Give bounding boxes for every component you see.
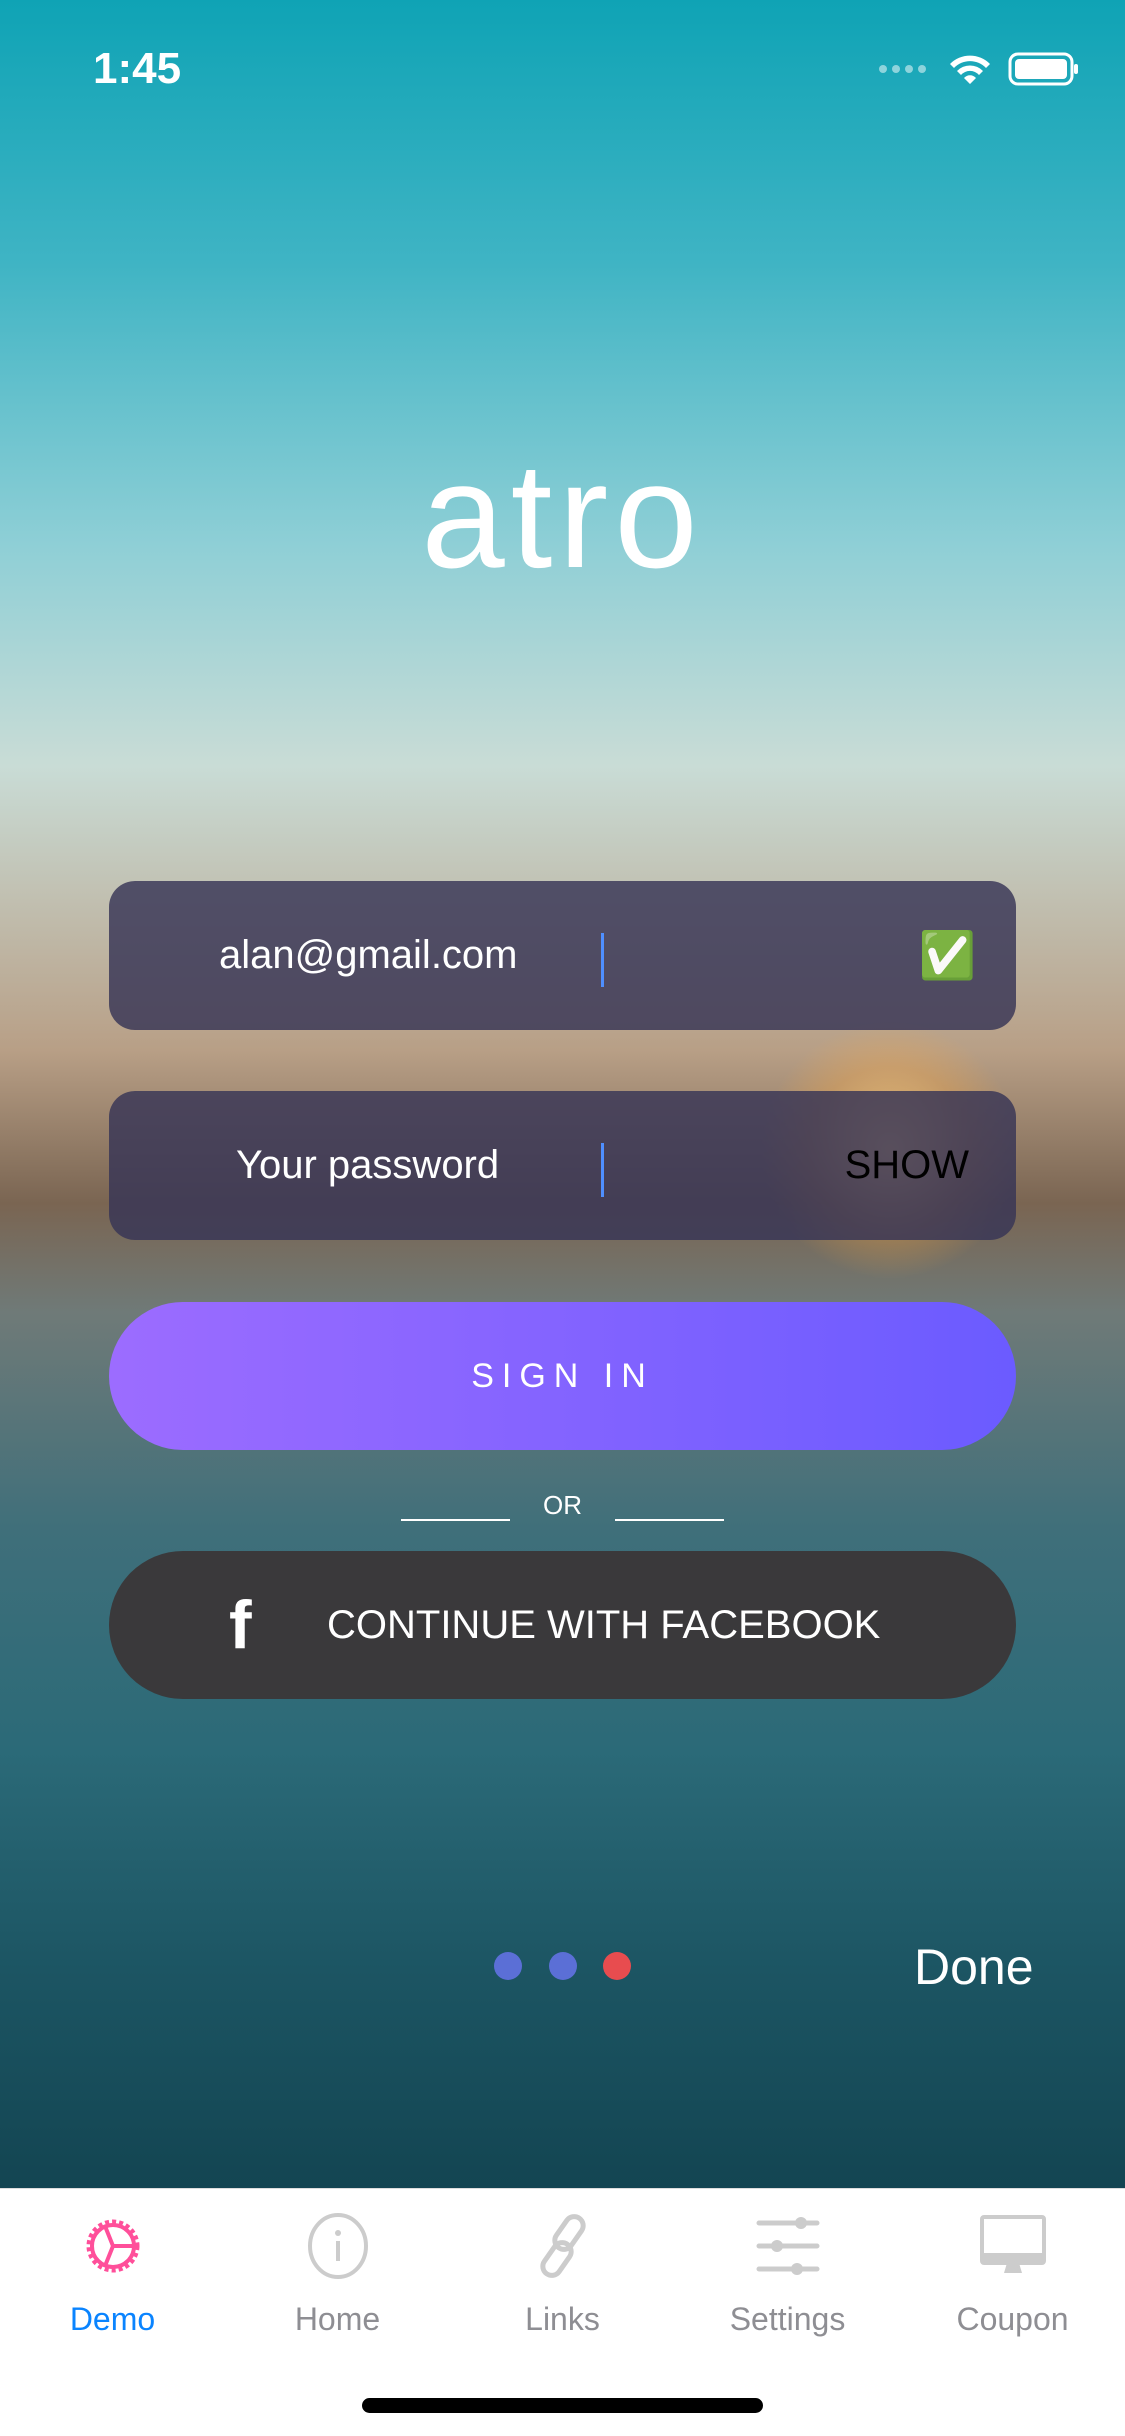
email-value[interactable]: alan@gmail.com — [219, 881, 518, 1030]
password-placeholder[interactable]: Your password — [236, 1091, 499, 1240]
status-icons — [878, 52, 1080, 86]
facebook-login-button[interactable]: f CONTINUE WITH FACEBOOK — [109, 1551, 1016, 1699]
page-dot-1[interactable] — [494, 1952, 522, 1980]
link-icon — [539, 2214, 586, 2278]
tab-label: Settings — [729, 2301, 846, 2337]
check-mark-icon: ✅ — [918, 929, 976, 981]
sign-in-button[interactable]: SIGN IN — [109, 1302, 1016, 1450]
divider-right — [615, 1519, 724, 1521]
email-field[interactable]: alan@gmail.com ✅ — [109, 881, 1016, 1030]
tab-home[interactable]: Home — [225, 2213, 450, 2338]
tab-demo[interactable]: Demo — [0, 2213, 225, 2338]
sliders-icon — [756, 2217, 819, 2275]
show-password-button[interactable]: SHOW — [845, 1091, 969, 1240]
home-indicator[interactable] — [362, 2398, 763, 2413]
tab-label: Home — [294, 2301, 381, 2337]
page-dot-2[interactable] — [549, 1952, 577, 1980]
password-field[interactable]: Your password SHOW — [109, 1091, 1016, 1240]
monitor-icon — [979, 2215, 1046, 2273]
text-caret — [601, 1143, 604, 1197]
tab-label: Links — [525, 2301, 600, 2337]
status-time: 1:45 — [93, 44, 182, 93]
page-dot-3-active[interactable] — [603, 1952, 631, 1980]
tab-settings[interactable]: Settings — [675, 2213, 900, 2338]
tab-coupon[interactable]: Coupon — [900, 2213, 1125, 2338]
gear-pie-icon — [86, 2219, 139, 2273]
atro-logo: atro — [421, 431, 704, 599]
text-caret — [601, 933, 604, 987]
info-icon — [307, 2213, 368, 2279]
tab-label: Coupon — [956, 2301, 1069, 2337]
tab-links[interactable]: Links — [450, 2213, 675, 2338]
battery-icon — [1008, 52, 1078, 86]
signal-icon — [879, 65, 926, 73]
tab-label: Demo — [69, 2301, 156, 2337]
facebook-icon: f — [229, 1587, 252, 1663]
or-label: OR — [543, 1490, 582, 1520]
done-button[interactable]: Done — [914, 1938, 1034, 1996]
facebook-label: CONTINUE WITH FACEBOOK — [327, 1603, 881, 1647]
wifi-icon — [950, 55, 990, 84]
